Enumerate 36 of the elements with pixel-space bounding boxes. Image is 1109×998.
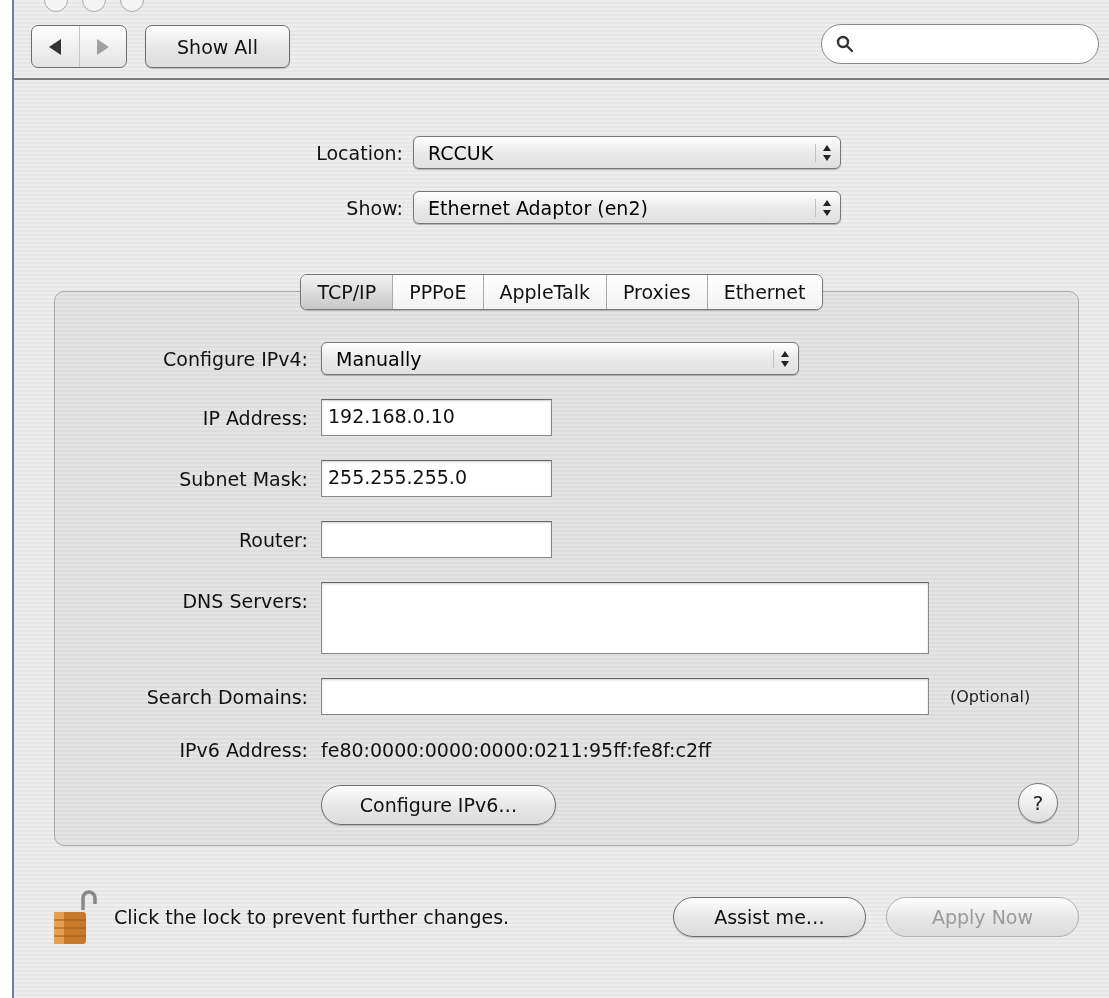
dropdown[interactable]: Ethernet Adaptor (en2) [413, 191, 841, 224]
field-value: fe80:0000:0000:0000:0211:95ff:fe8f:c2ff [321, 739, 713, 761]
field-label: DNS Servers: [181, 589, 308, 612]
show-all-button[interactable]: Show All [145, 25, 290, 68]
input-field[interactable] [321, 521, 552, 558]
search-field[interactable] [821, 23, 1099, 64]
search-icon [836, 34, 854, 53]
stepper-arrows-icon [773, 349, 790, 368]
stepper-arrows-icon [815, 198, 832, 217]
tab[interactable]: Ethernet [706, 275, 822, 309]
text-area[interactable] [321, 582, 929, 654]
lock-message: Click the lock to prevent further changes. [114, 906, 510, 928]
tab[interactable]: PPPoE [392, 275, 483, 309]
dropdown[interactable]: Manually [321, 342, 799, 375]
tab[interactable]: Proxies [606, 275, 707, 309]
hint-text: (Optional) [950, 687, 1032, 706]
field-label: Configure IPv4: [162, 347, 308, 370]
tab[interactable]: AppleTalk [482, 275, 606, 309]
field-label: Search Domains: [145, 685, 308, 708]
tab[interactable]: TCP/IP [301, 275, 393, 309]
configure-ipv6-button[interactable]: Configure IPv6… [321, 785, 556, 825]
left-triangle-icon [47, 36, 64, 57]
input-field[interactable]: 192.168.0.10 [321, 399, 552, 436]
help-button[interactable]: ? [1018, 783, 1058, 823]
button[interactable]: Assist me… [673, 897, 866, 937]
field-label: Location: [315, 141, 403, 164]
field-label: IP Address: [201, 406, 308, 429]
field-label: IPv6 Address: [178, 739, 308, 761]
right-triangle-icon [94, 36, 111, 57]
dropdown[interactable]: RCCUK [413, 136, 841, 169]
input-field[interactable] [321, 678, 929, 715]
field-label: Router: [237, 528, 308, 551]
field-label: Show: [345, 196, 403, 219]
input-field[interactable]: 255.255.255.0 [321, 460, 552, 497]
field-label: Subnet Mask: [178, 467, 308, 490]
stepper-arrows-icon [815, 143, 832, 162]
